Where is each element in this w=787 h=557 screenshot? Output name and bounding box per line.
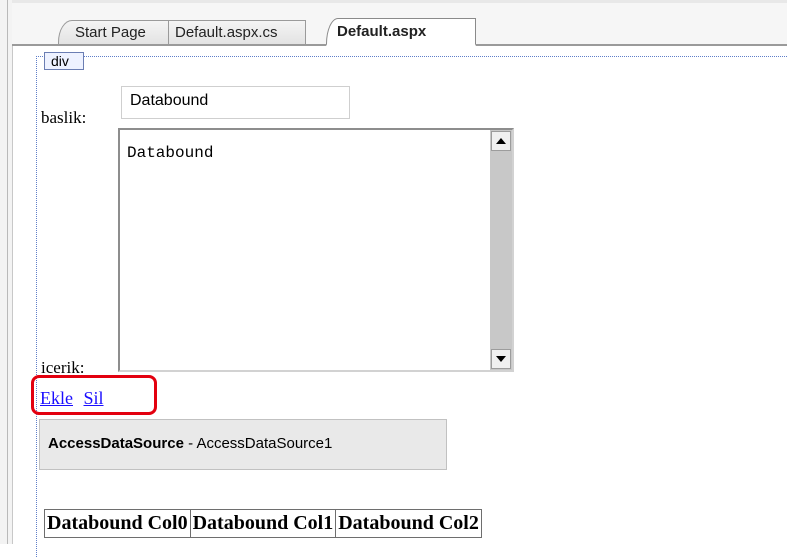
baslik-textbox[interactable]: Databound xyxy=(121,86,350,119)
editor-left-margin xyxy=(0,0,13,544)
column-header: Databound Col2 xyxy=(335,509,482,538)
tab-default-aspx-cs[interactable]: Default.aspx.cs xyxy=(168,20,306,44)
scroll-down-arrow-icon xyxy=(496,356,506,362)
baslik-label: baslik: xyxy=(41,108,87,127)
datasource-type: AccessDataSource xyxy=(48,435,184,452)
div-tag-label[interactable]: div xyxy=(44,52,84,70)
datasource-name: AccessDataSource1 xyxy=(196,435,333,452)
tab-default-aspx[interactable]: Default.aspx xyxy=(326,18,476,46)
datasource-separator: - xyxy=(183,435,197,452)
highlight-box xyxy=(31,375,157,415)
access-data-source-control[interactable]: AccessDataSource - AccessDataSource1 xyxy=(39,419,447,470)
scroll-up-arrow-icon xyxy=(496,138,506,144)
icerik-text: Databound xyxy=(127,144,214,162)
tab-start-page[interactable]: Start Page xyxy=(58,20,170,44)
scroll-down-button[interactable] xyxy=(491,349,511,369)
table-header-row: Databound Col0 Databound Col1 Databound … xyxy=(44,509,482,538)
document-tab-strip: Start Page Default.aspx.cs Default.aspx xyxy=(12,0,787,46)
icerik-textarea[interactable]: Databound xyxy=(118,128,514,372)
column-header: Databound Col0 xyxy=(44,509,191,538)
vertical-scrollbar[interactable] xyxy=(490,130,512,370)
scroll-up-button[interactable] xyxy=(491,131,511,151)
gridview[interactable]: Databound Col0 Databound Col1 Databound … xyxy=(44,509,482,538)
column-header: Databound Col1 xyxy=(189,509,337,538)
